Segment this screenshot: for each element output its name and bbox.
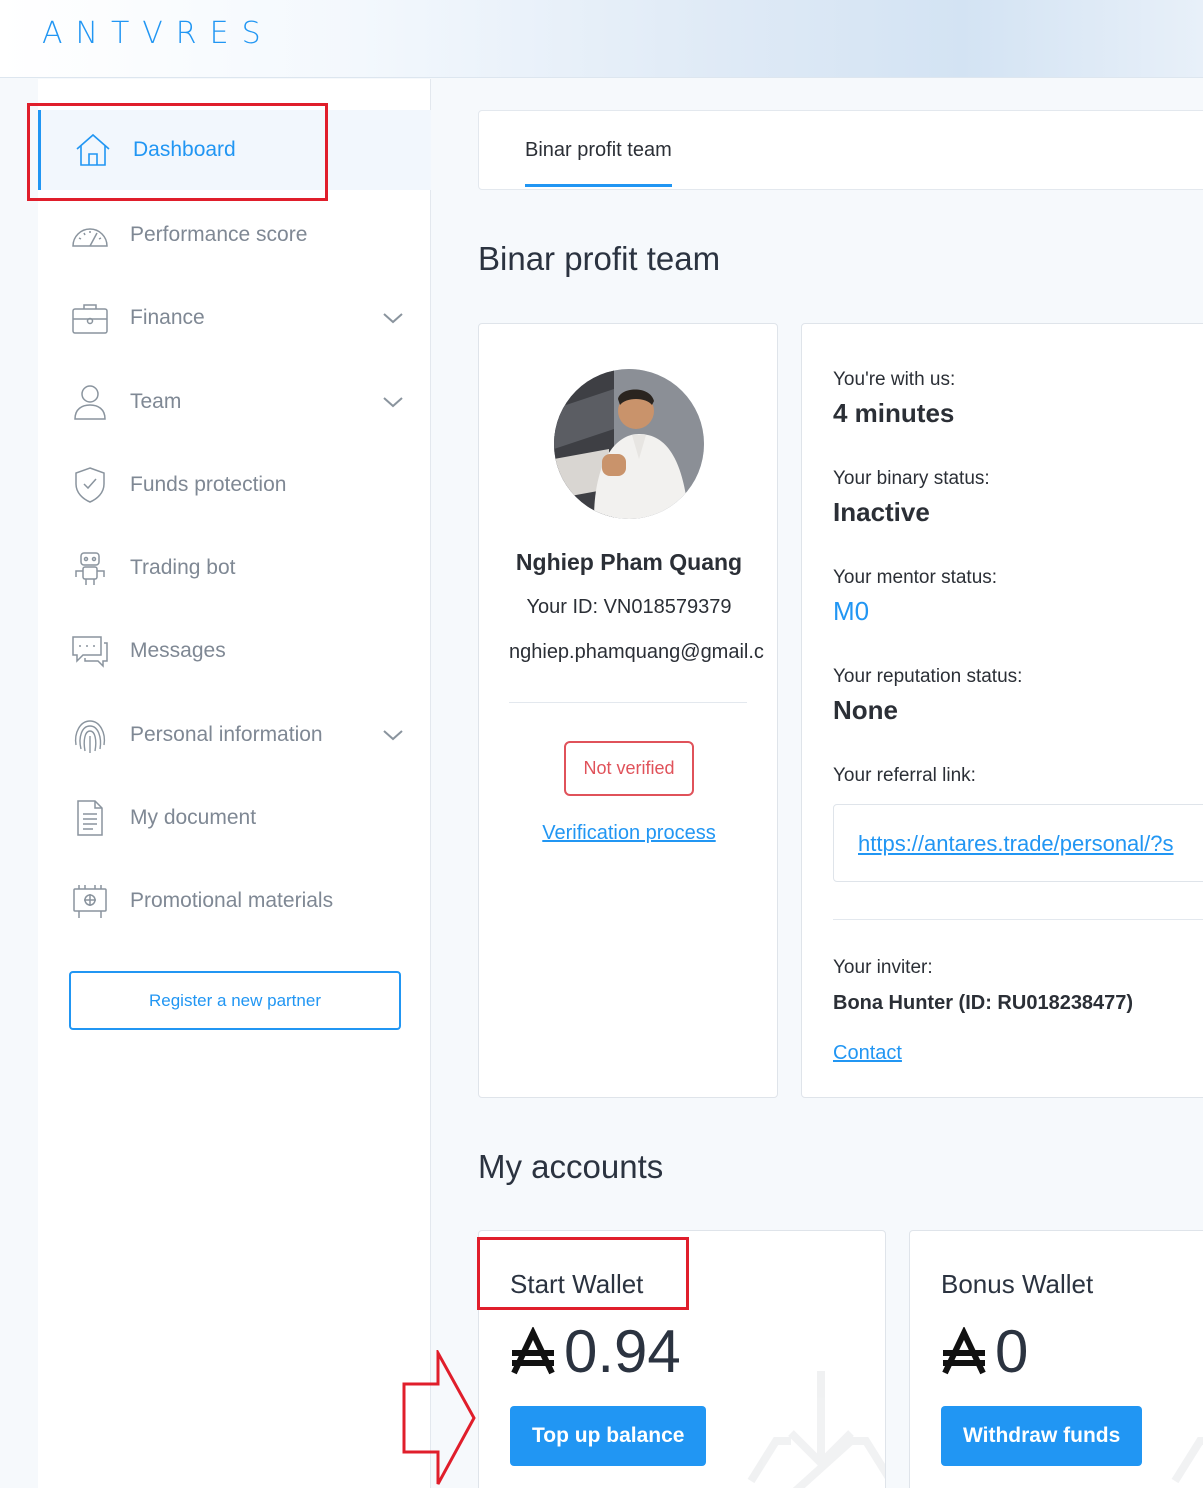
sidebar-item-performance-score[interactable]: Performance score: [38, 195, 431, 275]
avatar: [554, 369, 704, 519]
wallet-amount: 0: [995, 1318, 1029, 1385]
chevron-down-icon[interactable]: [381, 723, 405, 747]
divider: [509, 702, 747, 703]
verification-process-link[interactable]: Verification process: [479, 822, 777, 845]
binary-status-label: Your binary status:: [833, 468, 990, 489]
profile-email: nghiep.phamquang@gmail.c: [509, 641, 764, 663]
contact-link[interactable]: Contact: [833, 1042, 902, 1065]
sidebar-item-label: Promotional materials: [130, 889, 334, 912]
antares-coin-icon: [511, 1326, 555, 1374]
download-tray-icon: [747, 1371, 885, 1488]
annotation-highlight-start-wallet: [477, 1237, 689, 1310]
sidebar-item-label: Personal information: [130, 723, 323, 746]
user-icon: [70, 382, 110, 422]
mentor-status-value[interactable]: M0: [833, 596, 869, 627]
speedometer-icon: [70, 215, 110, 255]
inviter-value: Bona Hunter (ID: RU018238477): [833, 992, 1134, 1014]
chat-icon: [70, 631, 110, 671]
with-us-value: 4 minutes: [833, 398, 955, 428]
my-accounts-title: My accounts: [478, 1148, 664, 1185]
briefcase-icon: [70, 298, 110, 338]
document-icon: [70, 798, 110, 838]
top-up-balance-button[interactable]: Top up balance: [510, 1406, 707, 1466]
sidebar-item-trading-bot[interactable]: Trading bot: [38, 528, 431, 608]
referral-link-label: Your referral link:: [833, 765, 976, 786]
easel-icon: [70, 881, 110, 921]
inviter-label: Your inviter:: [833, 957, 933, 978]
reputation-status-label: Your reputation status:: [833, 666, 1023, 687]
referral-link[interactable]: https://antares.trade/personal/?s: [858, 831, 1174, 857]
mentor-status-label: Your mentor status:: [833, 567, 998, 588]
wallet-balance: 0: [941, 1317, 1028, 1386]
sidebar-item-label: Funds protection: [130, 473, 287, 496]
bonus-wallet-card: Bonus Wallet 0 Withdraw funds: [909, 1230, 1203, 1488]
sidebar: Dashboard Performance score Finance Team: [38, 79, 431, 1488]
wallet-balance: 0.94: [510, 1317, 681, 1386]
with-us-label: You're with us:: [833, 369, 956, 390]
fingerprint-icon: [70, 715, 110, 755]
top-header: ANTVRES: [0, 0, 1203, 78]
sidebar-item-my-document[interactable]: My document: [38, 778, 431, 858]
annotation-highlight-dashboard: [27, 103, 328, 201]
reputation-status-value: None: [833, 695, 898, 725]
sidebar-item-personal-information[interactable]: Personal information: [38, 695, 431, 775]
chevron-down-icon[interactable]: [381, 306, 405, 330]
withdraw-funds-button[interactable]: Withdraw funds: [941, 1406, 1143, 1466]
divider: [833, 919, 1203, 920]
sidebar-item-label: My document: [130, 806, 257, 829]
sidebar-item-label: Performance score: [130, 223, 308, 246]
sidebar-gutter: [0, 79, 38, 1488]
shield-check-icon: [70, 465, 110, 505]
register-partner-button[interactable]: Register a new partner: [69, 971, 401, 1030]
chevron-down-icon[interactable]: [381, 390, 405, 414]
verification-status-badge: Not verified: [564, 741, 694, 796]
referral-link-box[interactable]: https://antares.trade/personal/?s: [833, 804, 1203, 882]
profile-id: Your ID: VN018579379: [526, 596, 732, 618]
sidebar-item-promotional-materials[interactable]: Promotional materials: [38, 861, 431, 941]
tab-binar-profit-team[interactable]: Binar profit team: [525, 139, 672, 187]
robot-icon: [70, 548, 110, 588]
profile-card: Nghiep Pham Quang Your ID: VN018579379 n…: [478, 323, 778, 1098]
brand-logo[interactable]: ANTVRES: [42, 16, 274, 51]
sidebar-item-label: Finance: [130, 306, 205, 329]
sidebar-item-finance[interactable]: Finance: [38, 278, 431, 358]
sidebar-item-label: Team: [130, 390, 182, 413]
status-info-card: You're with us: 4 minutes Your binary st…: [801, 323, 1203, 1098]
wallet-amount: 0.94: [564, 1318, 681, 1385]
sidebar-item-label: Messages: [130, 639, 226, 662]
tab-bar: Binar profit team: [478, 110, 1203, 190]
wallet-name: Bonus Wallet: [941, 1269, 1094, 1299]
page-title: Binar profit team: [478, 240, 721, 277]
sidebar-item-label: Trading bot: [130, 556, 236, 579]
annotation-arrow-icon: [402, 1350, 476, 1485]
sidebar-item-messages[interactable]: Messages: [38, 611, 431, 691]
sidebar-item-funds-protection[interactable]: Funds protection: [38, 445, 431, 525]
profile-name: Nghiep Pham Quang: [515, 549, 743, 575]
sidebar-item-team[interactable]: Team: [38, 362, 431, 442]
antares-coin-icon: [942, 1326, 986, 1374]
binary-status-value: Inactive: [833, 497, 930, 527]
upload-tray-icon: [1171, 1437, 1203, 1484]
